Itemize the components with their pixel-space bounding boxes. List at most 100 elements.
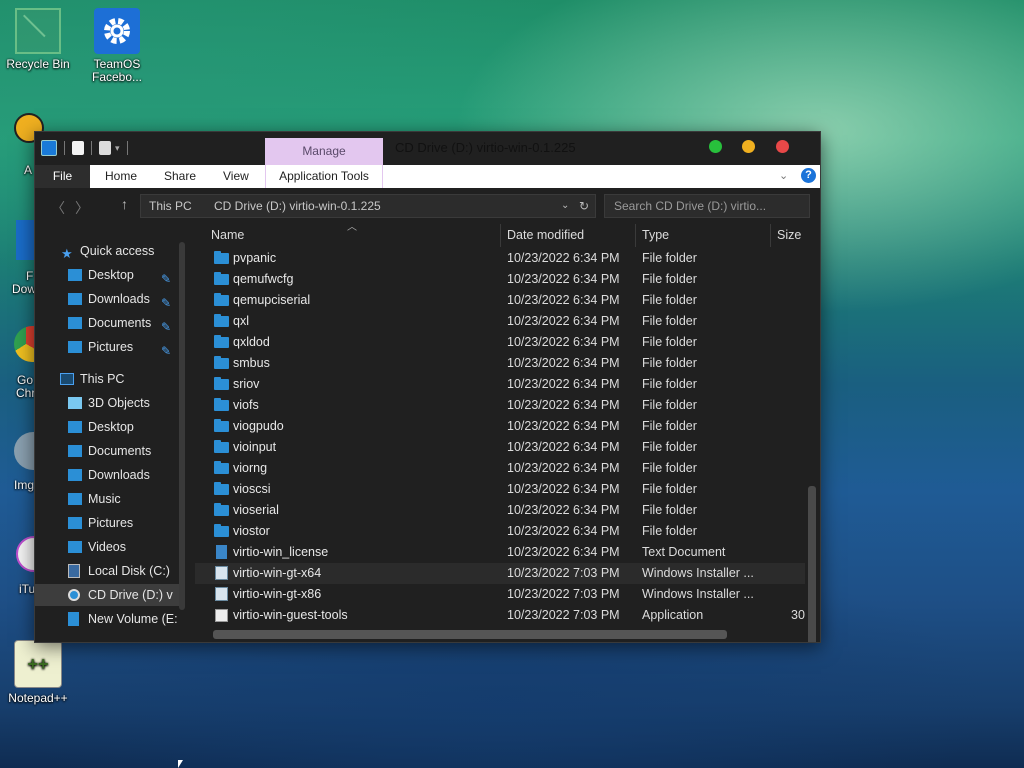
table-row[interactable]: smbus 10/23/2022 6:34 PM File folder (195, 353, 805, 374)
downloads-icon (68, 293, 82, 305)
expand-ribbon-icon[interactable]: ⌄ (779, 169, 788, 182)
chevron-down-icon[interactable]: ▾ (115, 143, 120, 154)
table-row[interactable]: viogpudo 10/23/2022 6:34 PM File folder (195, 416, 805, 437)
table-row[interactable]: vioserial 10/23/2022 6:34 PM File folder (195, 500, 805, 521)
file-name: viogpudo (233, 419, 284, 433)
table-row[interactable]: qemupciserial 10/23/2022 6:34 PM File fold… (195, 290, 805, 311)
column-header-type[interactable]: Type (636, 224, 771, 247)
vertical-scrollbar[interactable] (808, 486, 816, 642)
recycle-bin-icon (15, 8, 61, 54)
table-row[interactable]: viorng 10/23/2022 6:34 PM File folder (195, 458, 805, 479)
file-name: vioinput (233, 440, 277, 454)
new-folder-icon[interactable] (99, 141, 111, 155)
tab-home[interactable]: Home (105, 165, 137, 188)
file-date-modified: 10/23/2022 6:34 PM (507, 461, 620, 475)
forward-arrow-icon[interactable]: 〉 (75, 198, 89, 218)
itunes-icon[interactable] (16, 536, 36, 572)
table-row[interactable]: vioinput 10/23/2022 6:34 PM File folder (195, 437, 805, 458)
column-header-name[interactable]: Name (205, 224, 501, 247)
nav-quick-documents[interactable]: Documents ✎ (35, 312, 179, 334)
navigation-bar: 〈 〉 ↑ This PC CD Drive (D:) virtio-win-0… (35, 188, 820, 224)
table-row[interactable]: virtio-win_license 10/23/2022 6:34 PM Text… (195, 542, 805, 563)
nav-3d-objects[interactable]: 3D Objects (35, 392, 179, 414)
table-row[interactable]: qemufwcfg 10/23/2022 6:34 PM File folder (195, 269, 805, 290)
desktop-icon (68, 269, 82, 281)
table-row[interactable]: sriov 10/23/2022 6:34 PM File folder (195, 374, 805, 395)
maximize-button[interactable] (709, 140, 722, 153)
nav-desktop[interactable]: Desktop (35, 416, 179, 438)
desktop-icon-partial[interactable] (14, 432, 36, 470)
explorer-app-icon (41, 140, 57, 156)
up-arrow-icon[interactable]: ↑ (121, 196, 128, 212)
installer-icon (215, 566, 228, 580)
nav-quick-access[interactable]: ★ Quick access (35, 240, 179, 262)
documents-icon (68, 317, 82, 329)
nav-pictures[interactable]: Pictures (35, 512, 179, 534)
chevron-down-icon[interactable]: ⌄ (561, 195, 569, 217)
tab-share[interactable]: Share (164, 165, 196, 188)
nav-cd-drive-d[interactable]: CD Drive (D:) v (35, 584, 179, 606)
minimize-button[interactable] (742, 140, 755, 153)
table-row[interactable]: virtio-win-gt-x86 10/23/2022 7:03 PM Windo… (195, 584, 805, 605)
table-row[interactable]: qxl 10/23/2022 6:34 PM File folder (195, 311, 805, 332)
folder-icon (214, 524, 229, 537)
folder-icon (214, 440, 229, 453)
table-row[interactable]: virtio-win-gt-x64 10/23/2022 7:03 PM Windo… (195, 563, 805, 584)
file-date-modified: 10/23/2022 6:34 PM (507, 377, 620, 391)
nav-pane-scrollbar[interactable] (179, 242, 185, 610)
file-explorer-window: ▾ Manage CD Drive (D:) virtio-win-0.1.22… (34, 131, 821, 643)
nav-music[interactable]: Music (35, 488, 179, 510)
nav-local-disk-c[interactable]: Local Disk (C:) (35, 560, 179, 582)
close-button[interactable] (776, 140, 789, 153)
file-name: qxl (233, 314, 249, 328)
desktop-icon-label: Recycle Bin (6, 57, 70, 71)
file-date-modified: 10/23/2022 6:34 PM (507, 293, 620, 307)
desktop-icon-notepad-plus-plus[interactable]: ++ Notepad++ (1, 640, 75, 705)
table-row[interactable]: viofs 10/23/2022 6:34 PM File folder (195, 395, 805, 416)
tab-application-tools[interactable]: Application Tools (265, 165, 383, 188)
cube-icon (68, 397, 82, 409)
nav-quick-pictures[interactable]: Pictures ✎ (35, 336, 179, 358)
nav-downloads[interactable]: Downloads (35, 464, 179, 486)
file-date-modified: 10/23/2022 7:03 PM (507, 587, 620, 601)
properties-icon[interactable] (72, 141, 84, 155)
installer-icon (215, 587, 228, 601)
table-row[interactable]: qxldod 10/23/2022 6:34 PM File folder (195, 332, 805, 353)
tab-view[interactable]: View (223, 165, 249, 188)
column-header-size[interactable]: Size (771, 224, 820, 247)
table-row[interactable]: pvpanic 10/23/2022 6:34 PM File folder (195, 248, 805, 269)
back-arrow-icon[interactable]: 〈 (51, 198, 65, 218)
nav-documents[interactable]: Documents (35, 440, 179, 462)
file-type: File folder (642, 293, 697, 307)
nav-quick-desktop[interactable]: Desktop ✎ (35, 264, 179, 286)
nav-this-pc[interactable]: This PC (35, 368, 179, 390)
title-bar[interactable]: ▾ Manage CD Drive (D:) virtio-win-0.1.22… (35, 132, 820, 165)
drive-icon (68, 564, 80, 578)
column-header-date-modified[interactable]: Date modified (501, 224, 636, 247)
table-row[interactable]: vioscsi 10/23/2022 6:34 PM File folder (195, 479, 805, 500)
file-type: File folder (642, 440, 697, 454)
table-row[interactable]: viostor 10/23/2022 6:34 PM File folder (195, 521, 805, 542)
search-input[interactable]: Search CD Drive (D:) virtio... (604, 194, 810, 218)
file-type: File folder (642, 461, 697, 475)
horizontal-scrollbar[interactable] (213, 630, 727, 639)
tab-file[interactable]: File (35, 165, 90, 188)
table-row[interactable]: virtio-win-guest-tools 10/23/2022 7:03 PM… (195, 605, 805, 626)
desktop-icon-partial[interactable] (16, 220, 36, 260)
help-icon[interactable]: ? (801, 168, 816, 183)
file-type: File folder (642, 398, 697, 412)
refresh-icon[interactable]: ↻ (579, 195, 589, 217)
desktop-icon-recycle-bin[interactable]: Recycle Bin (1, 8, 75, 71)
nav-videos[interactable]: Videos (35, 536, 179, 558)
breadcrumb-cd-drive[interactable]: CD Drive (D:) virtio-win-0.1.225 (214, 195, 381, 217)
nav-new-volume-e[interactable]: New Volume (E: (35, 608, 179, 630)
file-type: File folder (642, 419, 697, 433)
text-document-icon (216, 545, 227, 559)
file-type: File folder (642, 335, 697, 349)
nav-quick-downloads[interactable]: Downloads ✎ (35, 288, 179, 310)
desktop-icon-teamos[interactable]: TeamOS Facebo... (80, 8, 154, 84)
tab-manage[interactable]: Manage (265, 138, 383, 165)
file-name: virtio-win-guest-tools (233, 608, 348, 622)
breadcrumb-this-pc[interactable]: This PC (149, 195, 192, 217)
address-bar[interactable]: This PC CD Drive (D:) virtio-win-0.1.225… (140, 194, 596, 218)
